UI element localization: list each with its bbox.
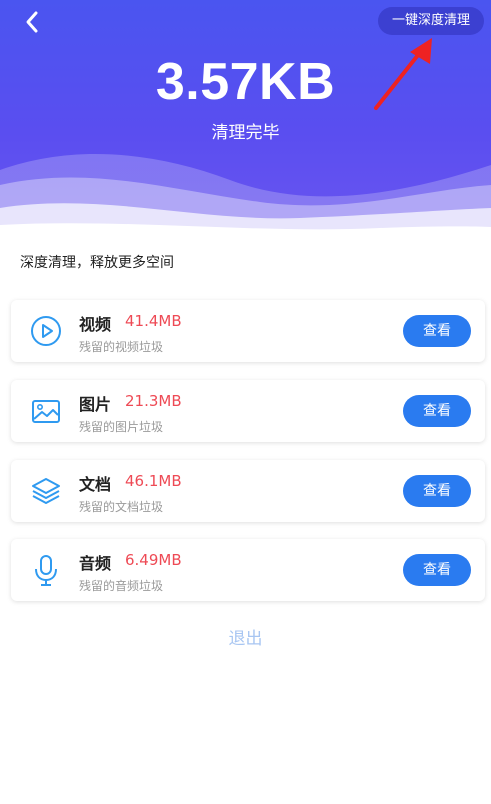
item-description: 残留的音频垃圾 xyxy=(79,579,164,593)
view-document-button[interactable]: 查看 xyxy=(403,475,471,507)
section-subtitle: 深度清理，释放更多空间 xyxy=(20,255,174,271)
item-size: 6.49MB xyxy=(125,551,182,569)
microphone-icon xyxy=(35,555,57,586)
junk-item-audio: 音频 6.49MB 残留的音频垃圾 查看 xyxy=(11,539,485,601)
view-image-button[interactable]: 查看 xyxy=(403,395,471,427)
play-circle-icon xyxy=(31,316,61,346)
exit-button[interactable]: 退出 xyxy=(0,624,491,649)
view-video-button[interactable]: 查看 xyxy=(403,315,471,347)
chevron-left-icon xyxy=(26,11,38,33)
back-button[interactable] xyxy=(18,6,50,38)
junk-item-image: 图片 21.3MB 残留的图片垃圾 查看 xyxy=(11,380,485,442)
header-banner: 一键深度清理 3.57KB 清理完毕 xyxy=(0,0,491,240)
item-title: 音频 xyxy=(79,554,112,573)
junk-item-document: 文档 46.1MB 残留的文档垃圾 查看 xyxy=(11,460,485,522)
item-description: 残留的视频垃圾 xyxy=(79,340,164,354)
item-size: 21.3MB xyxy=(125,392,182,410)
item-title: 图片 xyxy=(79,395,112,414)
cleaned-size-value: 3.57KB xyxy=(155,53,336,111)
clean-status-text: 清理完毕 xyxy=(211,123,280,143)
wave-decoration xyxy=(0,153,491,240)
item-title: 视频 xyxy=(79,315,112,334)
deep-clean-button[interactable]: 一键深度清理 xyxy=(378,7,484,35)
junk-item-video: 视频 41.4MB 残留的视频垃圾 查看 xyxy=(11,300,485,362)
item-description: 残留的图片垃圾 xyxy=(79,420,164,434)
image-icon xyxy=(32,400,60,423)
view-audio-button[interactable]: 查看 xyxy=(403,554,471,586)
layers-icon xyxy=(32,478,60,504)
item-description: 残留的文档垃圾 xyxy=(79,500,164,514)
item-title: 文档 xyxy=(79,475,112,494)
item-size: 41.4MB xyxy=(125,312,182,330)
item-size: 46.1MB xyxy=(125,472,182,490)
